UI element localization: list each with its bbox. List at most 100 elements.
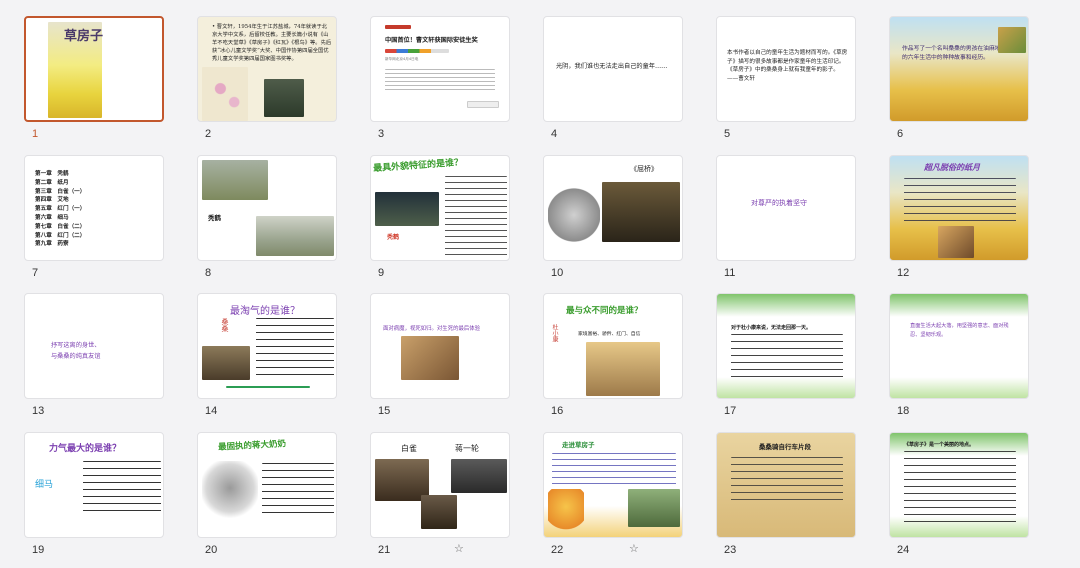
slide-preview[interactable]: 面对病魔，视死如归。对生死的最后体验: [370, 293, 510, 399]
slide-text: • 曹文轩，1954年生于江苏盐城，74年就读于北京大学中文系，后留校任教。主要…: [212, 24, 332, 62]
slide-thumbnail-12[interactable]: 超凡脱俗的纸月 12: [889, 155, 1029, 291]
slide-body-text: [904, 451, 1016, 523]
slide-preview[interactable]: 中国首位！曹文轩获国际安徒生奖 新华网北京4月4日电: [370, 16, 510, 122]
chapter-item: 第七章 白雀（二）: [35, 223, 86, 230]
slide-number: 11: [724, 267, 736, 279]
slide-thumbnail-24[interactable]: 《草房子》是一个美丽的地点。 24: [889, 432, 1029, 568]
slide-preview[interactable]: 对于杜小康来说，无法走回那一天。: [716, 293, 856, 399]
slide-thumbnail-10[interactable]: 《屈桥》 10: [543, 155, 683, 291]
article-subline: 新华网北京4月4日电: [385, 57, 419, 61]
slide-preview[interactable]: 抒写这离的身世、 与桑桑的纯真友谊: [24, 293, 164, 399]
photo-caption: 秃鹤: [387, 234, 400, 241]
slide-preview[interactable]: 最具外貌特征的是谁？ 秃鹤: [370, 155, 510, 261]
author-photo: [264, 79, 304, 117]
slide-preview[interactable]: 桑桑骑自行车片段: [716, 432, 856, 538]
slide-heading: 力气最大的是谁？: [49, 444, 122, 454]
slide-text: 对尊严的执着坚守: [751, 199, 807, 207]
slide-number: 23: [724, 544, 737, 556]
slide-heading: 走进草房子: [562, 441, 595, 449]
slide-preview[interactable]: 《屈桥》: [543, 155, 683, 261]
slide-thumbnail-20[interactable]: 最固执的蒋大奶奶 20: [197, 432, 337, 568]
slide-subtext: 家境富裕、骄矜、红门、自信: [578, 332, 641, 337]
slide-preview[interactable]: 最固执的蒋大奶奶: [197, 432, 337, 538]
slide-preview[interactable]: • 曹文轩，1954年生于江苏盐城，74年就读于北京大学中文系，后留校任教。主要…: [197, 16, 337, 122]
slide-heading: 最淘气的是谁？: [230, 306, 300, 317]
slide-thumbnail-7[interactable]: 第一章 秃鹤 第二章 纸月 第三章 白雀（一） 第四章 艾地 第五章 红门（一）…: [24, 155, 164, 291]
film-still-bottom: [421, 495, 457, 529]
slide-thumbnail-8[interactable]: 秃鹤 8: [197, 155, 337, 291]
side-label: 细马: [35, 480, 54, 490]
slide-preview[interactable]: 超凡脱俗的纸月: [889, 155, 1029, 261]
slide-number: 22: [551, 544, 564, 556]
slide-preview[interactable]: 本书作者以自己的童年生活为题材而写的。《草房子》描写的很多故事都是作家童年的生活…: [716, 16, 856, 122]
slide-body-text: [445, 176, 507, 256]
slide-preview[interactable]: 直面生活大起大落，用坚强的意志、面对残忍、坚韧乐观。: [889, 293, 1029, 399]
slide-number: 5: [724, 128, 731, 140]
slide-body-text: [904, 178, 1016, 222]
slide-thumbnail-13[interactable]: 抒写这离的身世、 与桑桑的纯真友谊 13: [24, 293, 164, 429]
slide-preview[interactable]: 走进草房子: [543, 432, 683, 538]
chapter-item: 第四章 艾地: [35, 197, 69, 204]
slide-text: 《草房子》是一个美丽的地点。: [904, 442, 975, 448]
slide-thumbnail-6[interactable]: 作品写了一个名叫桑桑的男孩在油麻地小学的六年生活中的种种故事和经历。 6: [889, 16, 1029, 152]
slide-heading: 最与众不同的是谁？: [566, 306, 643, 316]
slide-number: 7: [32, 267, 39, 279]
slide-preview[interactable]: 作品写了一个名叫桑桑的男孩在油麻地小学的六年生活中的种种故事和经历。: [889, 16, 1029, 122]
slide-thumbnail-23[interactable]: 桑桑骑自行车片段 23: [716, 432, 856, 568]
slide-thumbnail-14[interactable]: 最淘气的是谁？ 桑桑 14: [197, 293, 337, 429]
slide-thumbnail-5[interactable]: 本书作者以自己的童年生活为题材而写的。《草房子》描写的很多故事都是作家童年的生活…: [716, 16, 856, 152]
slide-preview[interactable]: 对尊严的执着坚守: [716, 155, 856, 261]
slide-number: 2: [205, 128, 212, 140]
slide-body-text: [83, 461, 161, 513]
slide-preview[interactable]: 力气最大的是谁？ 细马: [24, 432, 164, 538]
slide-heading: 最固执的蒋大奶奶: [217, 439, 287, 453]
slide-thumbnail-17[interactable]: 对于杜小康来说，无法走回那一天。 17: [716, 293, 856, 429]
slide-number: 17: [724, 405, 737, 417]
slide-preview[interactable]: 最与众不同的是谁？ 杜小康 家境富裕、骄矜、红门、自信: [543, 293, 683, 399]
caption-left: 白雀: [401, 444, 417, 453]
chapter-item: 第八章 红门（二）: [35, 232, 86, 239]
slide-thumbnail-3[interactable]: 中国首位！曹文轩获国际安徒生奖 新华网北京4月4日电 3: [370, 16, 510, 152]
chapter-item: 第三章 白雀（一）: [35, 188, 86, 195]
slide-thumbnail-21[interactable]: 白雀 蒋一轮 21 ☆: [370, 432, 510, 568]
book-title: 草房子: [64, 29, 104, 44]
sunflower-image: [548, 489, 584, 533]
chapter-item: 第五章 红门（一）: [35, 206, 86, 213]
chapter-item: 第六章 细马: [35, 214, 69, 221]
slide-number: 9: [378, 267, 385, 279]
slide-number: 3: [378, 128, 385, 140]
slide-preview[interactable]: 白雀 蒋一轮: [370, 432, 510, 538]
slide-thumbnail-2[interactable]: • 曹文轩，1954年生于江苏盐城，74年就读于北京大学中文系，后留校任教。主要…: [197, 16, 337, 152]
sketch-image: [202, 461, 258, 521]
slide-number: 16: [551, 405, 564, 417]
slide-preview[interactable]: 草房子: [24, 16, 164, 122]
slide-thumbnail-22[interactable]: 走进草房子 22 ☆: [543, 432, 683, 568]
slide-preview[interactable]: 秃鹤: [197, 155, 337, 261]
slide-thumbnail-19[interactable]: 力气最大的是谁？ 细马 19: [24, 432, 164, 568]
slide-body-text: [552, 453, 676, 485]
slide-thumbnail-16[interactable]: 最与众不同的是谁？ 杜小康 家境富裕、骄矜、红门、自信 16: [543, 293, 683, 429]
slide-body-text: [262, 463, 334, 515]
slide-thumbnail-4[interactable]: 光阴，我们谁也无法走出自己的童年…… 4: [543, 16, 683, 152]
slide-preview[interactable]: 最淘气的是谁？ 桑桑: [197, 293, 337, 399]
slide-thumbnail-18[interactable]: 直面生活大起大落，用坚强的意志、面对残忍、坚韧乐观。 18: [889, 293, 1029, 429]
slide-number: 18: [897, 405, 910, 417]
landscape-photo: [628, 489, 680, 527]
slide-thumbnail-1[interactable]: 草房子 1: [24, 16, 164, 152]
slide-text: 对于杜小康来说，无法走回那一天。: [731, 325, 812, 331]
article-body-lines: [385, 69, 495, 93]
slide-preview[interactable]: 第一章 秃鹤 第二章 纸月 第三章 白雀（一） 第四章 艾地 第五章 红门（一）…: [24, 155, 164, 261]
chapter-item: 第一章 秃鹤: [35, 171, 69, 177]
slide-sorter-grid: 草房子 1 • 曹文轩，1954年生于江苏盐城，74年就读于北京大学中文系，后留…: [0, 0, 1080, 556]
slide-number: 1: [32, 128, 39, 140]
slide-thumbnail-15[interactable]: 面对病魔，视死如归。对生死的最后体验 15: [370, 293, 510, 429]
slide-heading: 超凡脱俗的纸月: [924, 162, 980, 172]
slide-thumbnail-9[interactable]: 最具外貌特征的是谁？ 秃鹤 9: [370, 155, 510, 291]
slide-body-text: [731, 334, 843, 378]
side-label: 桑桑: [221, 318, 229, 332]
article-heading: 中国首位！曹文轩获国际安徒生奖: [385, 37, 478, 44]
film-still-right: [451, 459, 507, 493]
slide-thumbnail-11[interactable]: 对尊严的执着坚守 11: [716, 155, 856, 291]
slide-preview[interactable]: 光阴，我们谁也无法走出自己的童年……: [543, 16, 683, 122]
slide-preview[interactable]: 《草房子》是一个美丽的地点。: [889, 432, 1029, 538]
